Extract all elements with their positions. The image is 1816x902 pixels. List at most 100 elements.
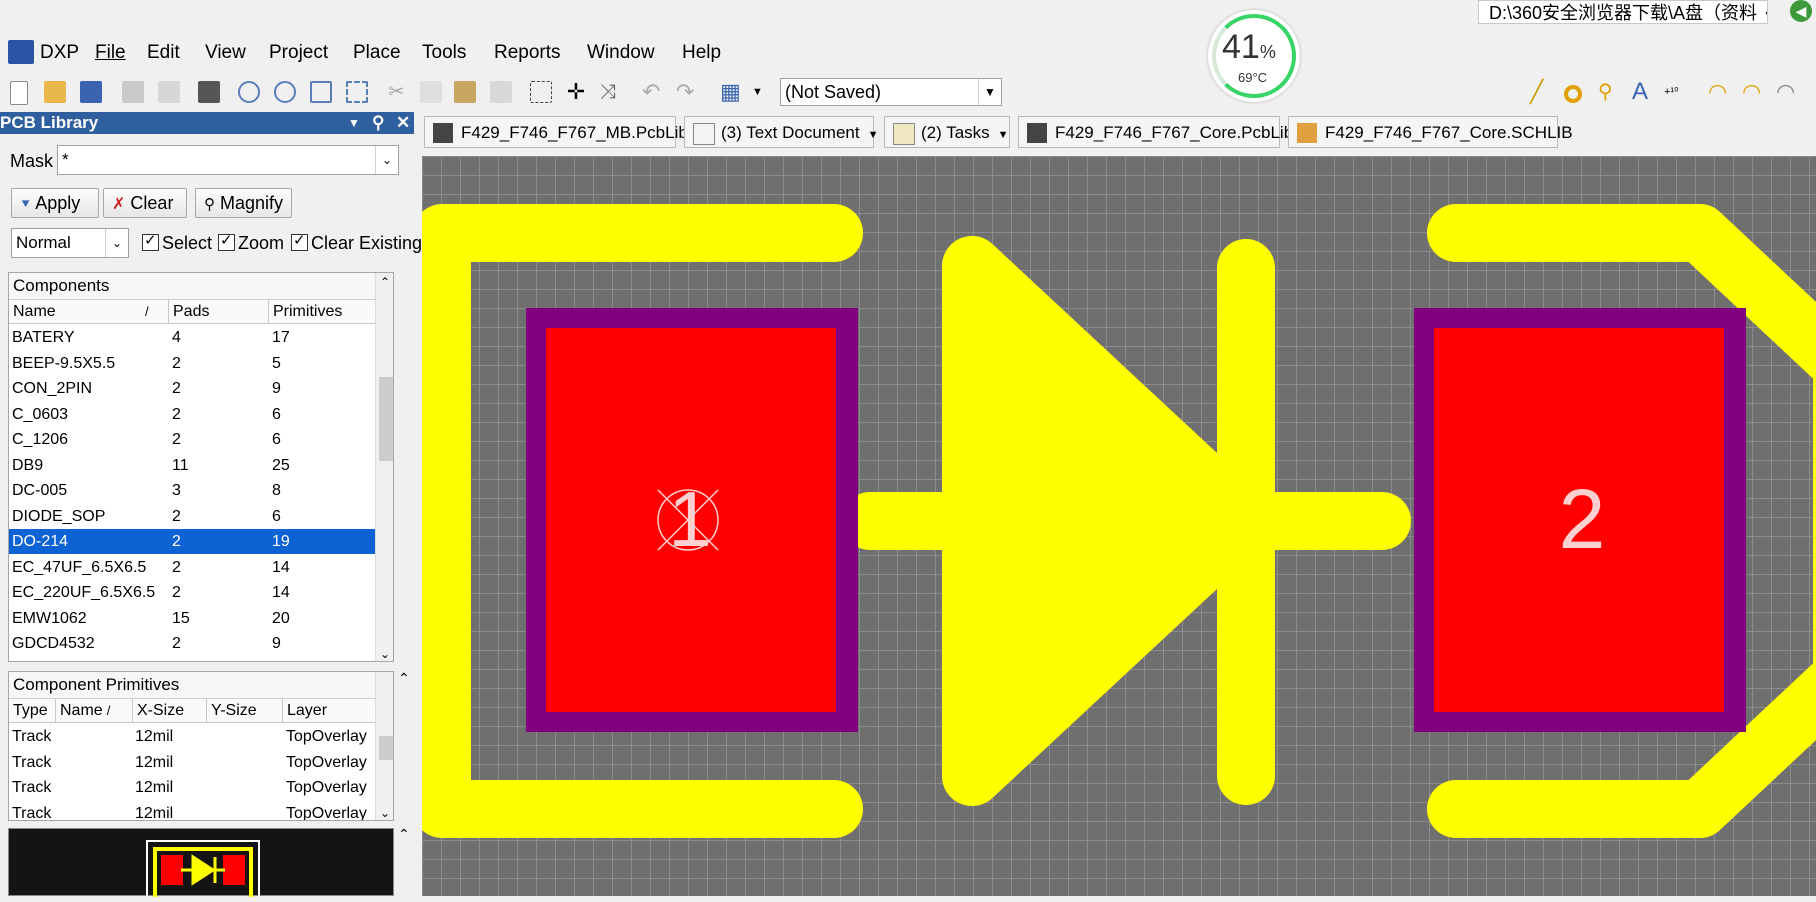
tab-tasks[interactable]: (2) Tasks ▼ <box>884 116 1010 148</box>
table-row[interactable]: BATERY 4 17 <box>9 325 375 350</box>
paste-special-icon[interactable] <box>490 81 512 103</box>
menu-view[interactable]: View <box>205 42 246 64</box>
print-preview-icon[interactable] <box>158 81 180 103</box>
apply-button[interactable]: ⯆ Apply <box>11 188 99 218</box>
dxp-logo-icon[interactable] <box>8 40 34 64</box>
column-y-size[interactable]: Y-Size <box>207 699 283 723</box>
line-icon[interactable]: ╱ <box>1530 81 1552 103</box>
menu-dxp[interactable]: DXP <box>40 42 79 64</box>
menu-window[interactable]: Window <box>587 42 655 64</box>
select-checkbox[interactable]: Select <box>142 231 212 254</box>
close-icon[interactable]: ✕ <box>396 112 410 134</box>
scroll-thumb[interactable] <box>379 377 393 461</box>
menu-edit[interactable]: Edit <box>147 42 180 64</box>
magnify-button[interactable]: ⚲ Magnify <box>195 188 292 218</box>
column-primitives[interactable]: Primitives <box>269 300 377 324</box>
pin-icon[interactable]: ⚲ <box>372 112 384 134</box>
table-row[interactable]: Track 12mil TopOverlay <box>9 775 375 800</box>
zoom-out-icon[interactable] <box>274 81 296 103</box>
chevron-down-icon[interactable]: ▼ <box>868 129 879 141</box>
arc-center-icon[interactable]: ◠ <box>1708 81 1730 103</box>
mask-input[interactable]: * ⌄ <box>57 145 399 175</box>
open-folder-icon[interactable] <box>44 81 66 103</box>
collapse-icon[interactable]: ⌃ <box>398 670 410 687</box>
table-row[interactable]: EC_47UF_6.5X6.5 2 14 <box>9 555 375 580</box>
table-row[interactable]: CON_2PIN 2 9 <box>9 376 375 401</box>
move-icon[interactable]: ✛ <box>565 81 587 103</box>
tab-text-document[interactable]: (3) Text Document ▼ <box>684 116 878 148</box>
via-icon[interactable]: ⚲ <box>1598 81 1620 103</box>
grid-dropdown-icon[interactable]: ▼ <box>752 81 774 103</box>
table-row[interactable]: EC_220UF_6.5X6.5 2 14 <box>9 580 375 605</box>
table-row[interactable]: DIODE_SOP 2 6 <box>9 504 375 529</box>
performance-gauge[interactable]: 41% 69°C <box>1208 10 1300 102</box>
save-icon[interactable] <box>80 81 102 103</box>
string-icon[interactable]: A <box>1632 80 1654 104</box>
undo-icon[interactable]: ↶ <box>642 81 664 103</box>
table-row[interactable]: BEEP-9.5X5.5 2 5 <box>9 351 375 376</box>
collapse-icon[interactable]: ⌃ <box>398 826 410 843</box>
table-row[interactable]: DB9 11 25 <box>9 453 375 478</box>
column-pads[interactable]: Pads <box>169 300 269 324</box>
table-row[interactable]: C_1206 2 6 <box>9 427 375 452</box>
components-scrollbar[interactable]: ⌃ ⌄ <box>375 273 393 661</box>
cut-icon[interactable]: ✂ <box>388 81 410 103</box>
apply-label: Apply <box>35 193 81 213</box>
redo-icon[interactable]: ↷ <box>676 81 698 103</box>
column-name[interactable]: Name / <box>9 300 169 324</box>
table-row[interactable]: C_0603 2 6 <box>9 402 375 427</box>
saved-state-select[interactable]: (Not Saved) ▼ <box>780 78 1002 106</box>
zoom-in-icon[interactable] <box>238 81 260 103</box>
column-x-size[interactable]: X-Size <box>133 699 207 723</box>
panel-menu-icon[interactable]: ▼ <box>348 112 360 134</box>
zoom-checkbox[interactable]: Zoom <box>218 231 284 254</box>
menu-place[interactable]: Place <box>353 42 401 64</box>
table-row[interactable]: EMW1062 15 20 <box>9 606 375 631</box>
table-row[interactable]: GDCD4532 2 9 <box>9 631 375 656</box>
back-icon[interactable]: ◀ <box>1790 0 1812 22</box>
menu-file[interactable]: File <box>95 42 126 64</box>
table-row[interactable]: Track 12mil TopOverlay <box>9 801 375 821</box>
menu-project[interactable]: Project <box>269 42 328 64</box>
table-row[interactable]: Track 12mil TopOverlay <box>9 724 375 749</box>
column-type[interactable]: Type <box>9 699 56 723</box>
scroll-thumb[interactable] <box>379 736 393 760</box>
arc-any-icon[interactable]: ◠ <box>1776 81 1798 103</box>
scroll-down-icon[interactable]: ⌄ <box>380 647 390 661</box>
paste-icon[interactable] <box>454 81 476 103</box>
menu-tools[interactable]: Tools <box>422 42 466 64</box>
primitive-type: Track <box>12 779 52 796</box>
print-icon[interactable] <box>122 81 144 103</box>
column-name[interactable]: Name / <box>56 699 133 723</box>
table-row[interactable]: DC-005 3 8 <box>9 478 375 503</box>
coordinate-icon[interactable]: +¹⁰ <box>1664 81 1686 103</box>
mode-select[interactable]: Normal ⌄ <box>11 228 129 258</box>
scroll-down-icon[interactable]: ⌄ <box>380 806 390 820</box>
layers-3d-icon[interactable] <box>198 81 220 103</box>
table-row[interactable]: DO-214 2 19 <box>9 529 375 554</box>
grid-icon[interactable]: ▦ <box>720 81 742 103</box>
primitives-scrollbar[interactable]: ⌄ <box>375 672 393 820</box>
menu-reports[interactable]: Reports <box>494 42 561 64</box>
tab-core-pcblib[interactable]: F429_F746_F767_Core.PcbLib <box>1018 116 1293 148</box>
scroll-up-icon[interactable]: ⌃ <box>380 275 390 289</box>
component-name: CON_2PIN <box>12 380 93 397</box>
pcb-canvas[interactable]: 1 2 <box>422 156 1816 896</box>
select-area-icon[interactable] <box>530 81 552 103</box>
copy-icon[interactable] <box>420 81 442 103</box>
tab-core-schlib[interactable]: F429_F746_F767_Core.SCHLIB <box>1288 116 1573 148</box>
menu-help[interactable]: Help <box>682 42 721 64</box>
chevron-down-icon[interactable]: ▼ <box>998 129 1009 141</box>
zoom-area-icon[interactable] <box>346 81 368 103</box>
tab-mb-pcblib[interactable]: F429_F746_F767_MB.PcbLib <box>424 116 688 148</box>
pad-icon[interactable] <box>1564 85 1582 103</box>
column-layer[interactable]: Layer <box>283 699 377 723</box>
table-row[interactable]: Track 12mil TopOverlay <box>9 750 375 775</box>
clear-existing-checkbox[interactable]: Clear Existing <box>291 231 422 254</box>
zoom-fit-icon[interactable] <box>310 81 332 103</box>
new-file-icon[interactable] <box>10 81 28 105</box>
path-combo[interactable]: D:\360安全浏览器下载\A盘（资料 ▼ <box>1478 0 1768 24</box>
arc-edge-icon[interactable]: ◠ <box>1742 81 1764 103</box>
clear-button[interactable]: ✗ Clear <box>103 188 187 218</box>
deselect-icon[interactable]: ⤨ <box>600 81 622 103</box>
